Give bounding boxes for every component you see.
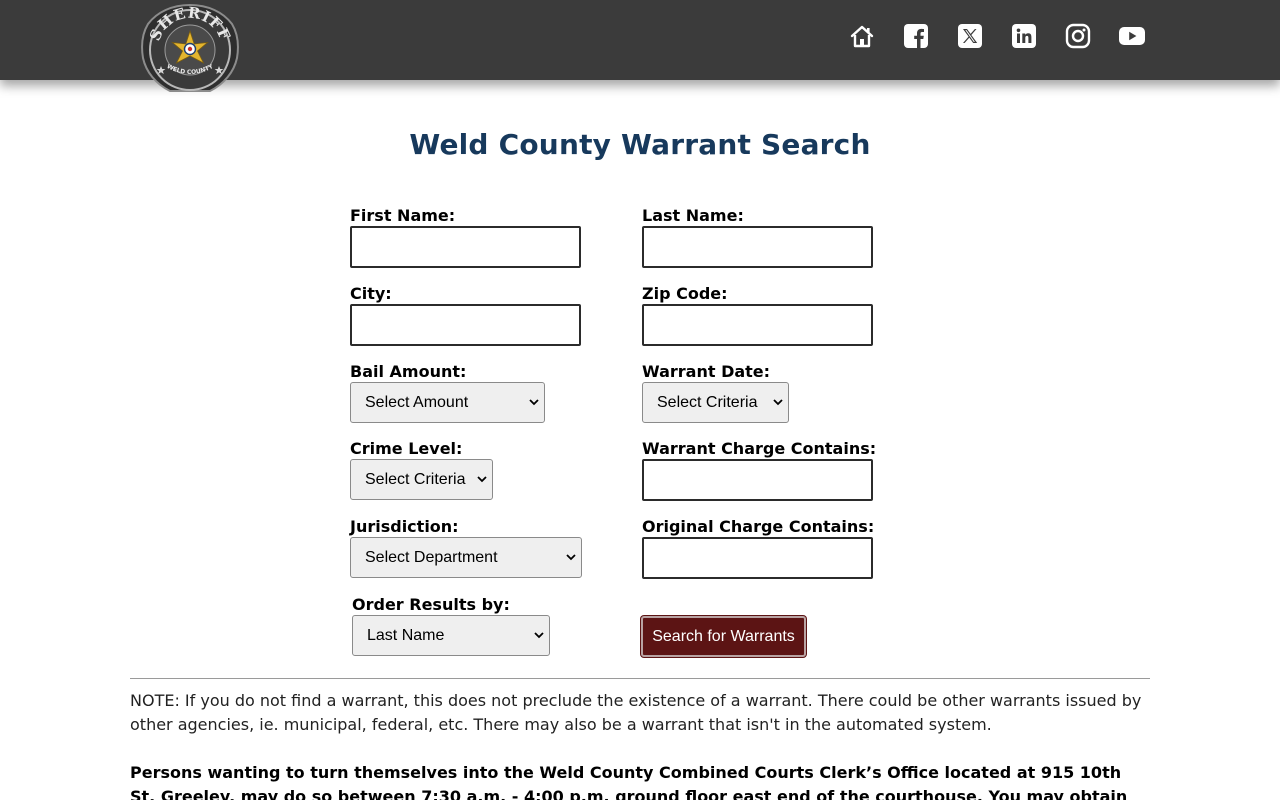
chevron-down-icon xyxy=(472,476,492,483)
sheriff-badge-logo[interactable]: SHERIFF WELD COUNTY xyxy=(140,4,240,96)
jurisdiction-label: Jurisdiction: xyxy=(350,517,459,536)
instagram-icon[interactable] xyxy=(1064,22,1092,50)
note-paragraph: NOTE: If you do not find a warrant, this… xyxy=(130,691,1142,734)
original-charge-label: Original Charge Contains: xyxy=(642,517,875,536)
warrant-date-label: Warrant Date: xyxy=(642,362,771,381)
jurisdiction-selected: Select Department xyxy=(365,548,498,566)
bail-amount-label: Bail Amount: xyxy=(350,362,467,381)
x-twitter-icon[interactable] xyxy=(956,22,984,50)
youtube-icon[interactable] xyxy=(1118,22,1146,50)
first-name-label: First Name: xyxy=(350,206,456,225)
crime-level-selected: Select Criteria xyxy=(365,470,466,488)
divider xyxy=(130,678,1150,679)
order-by-selected: Last Name xyxy=(367,626,445,644)
city-input[interactable] xyxy=(350,304,581,346)
first-name-input[interactable] xyxy=(350,226,581,268)
city-label: City: xyxy=(350,284,392,303)
chevron-down-icon xyxy=(768,399,788,406)
warrant-charge-label: Warrant Charge Contains: xyxy=(642,439,877,458)
page-title: Weld County Warrant Search xyxy=(409,128,871,161)
warrant-date-select[interactable]: Select Criteria xyxy=(642,382,789,423)
bail-amount-select[interactable]: Select Amount xyxy=(350,382,545,423)
last-name-input[interactable] xyxy=(642,226,873,268)
search-for-warrants-button[interactable]: Search for Warrants xyxy=(641,616,806,657)
warrant-date-selected: Select Criteria xyxy=(657,393,758,411)
zip-code-input[interactable] xyxy=(642,304,873,346)
order-by-select[interactable]: Last Name xyxy=(352,615,550,656)
turn-in-instructions-paragraph: Persons wanting to turn themselves into … xyxy=(130,763,1128,800)
linkedin-icon[interactable] xyxy=(1010,22,1038,50)
crime-level-label: Crime Level: xyxy=(350,439,463,458)
bail-amount-selected: Select Amount xyxy=(365,393,469,411)
order-by-label: Order Results by: xyxy=(352,595,510,614)
chevron-down-icon xyxy=(524,399,544,406)
last-name-label: Last Name: xyxy=(642,206,744,225)
facebook-icon[interactable] xyxy=(902,22,930,50)
chevron-down-icon xyxy=(529,632,549,639)
jurisdiction-select[interactable]: Select Department xyxy=(350,537,582,578)
home-icon[interactable] xyxy=(848,22,876,50)
original-charge-input[interactable] xyxy=(642,537,873,579)
chevron-down-icon xyxy=(561,554,581,561)
crime-level-select[interactable]: Select Criteria xyxy=(350,459,493,500)
warrant-charge-input[interactable] xyxy=(642,459,873,501)
zip-code-label: Zip Code: xyxy=(642,284,728,303)
